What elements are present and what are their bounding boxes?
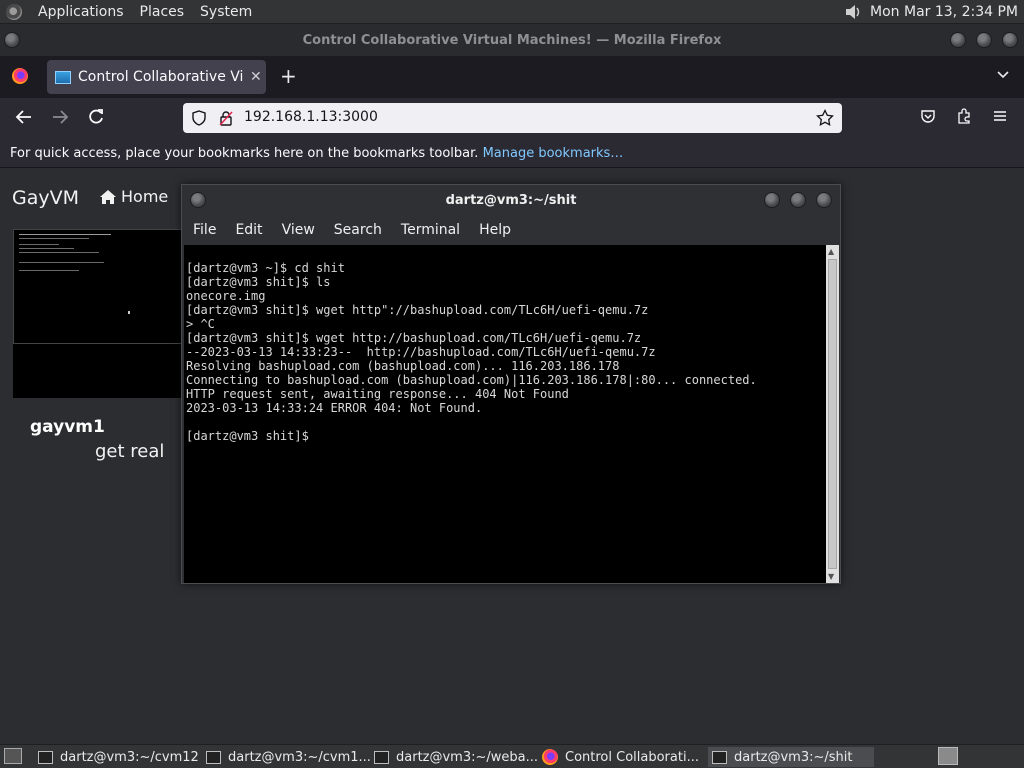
terminal-line: HTTP request sent, awaiting response... … (186, 387, 569, 401)
distro-logo-icon[interactable] (6, 3, 22, 20)
back-button[interactable] (14, 107, 34, 132)
monitor-icon (55, 70, 71, 84)
terminal-scrollbar[interactable]: ▲ ▼ (826, 245, 839, 583)
terminal-menu-terminal[interactable]: Terminal (401, 222, 460, 238)
taskbar-item-label: dartz@vm3:~/cvm1... (228, 749, 371, 765)
window-menu-button[interactable] (4, 32, 20, 48)
firefox-titlebar[interactable]: Control Collaborative Virtual Machines! … (0, 24, 1024, 56)
panel-clock[interactable]: Mon Mar 13, 2:34 PM (870, 4, 1018, 20)
terminal-line: [dartz@vm3 ~]$ cd shit (186, 261, 345, 275)
terminal-line: 2023-03-13 14:33:24 ERROR 404: Not Found… (186, 401, 483, 415)
site-brand[interactable]: GayVM (12, 187, 79, 209)
home-icon (100, 189, 116, 204)
terminal-menubar: File Edit View Search Terminal Help (182, 215, 840, 245)
show-desktop-icon[interactable] (4, 748, 22, 764)
volume-icon[interactable] (844, 4, 862, 20)
tab-active[interactable]: Control Collaborative Virtual Machines! … (47, 60, 266, 94)
terminal-line: > ^C (186, 317, 215, 331)
url-bar[interactable]: 192.168.1.13:3000 (183, 103, 842, 133)
taskbar-item[interactable]: dartz@vm3:~/cvm12 (38, 747, 199, 767)
firefox-icon[interactable] (12, 68, 28, 84)
tab-close-icon[interactable]: ✕ (250, 69, 262, 85)
close-window-button[interactable] (1002, 32, 1018, 48)
terminal-line: Connecting to bashupload.com (bashupload… (186, 373, 757, 387)
vm-screenshot-thumbnail[interactable] (13, 229, 182, 344)
terminal-line: --2023-03-13 14:33:23-- http://bashuploa… (186, 345, 656, 359)
terminal-line: Resolving bashupload.com (bashupload.com… (186, 359, 620, 373)
vm-card-footer (13, 344, 182, 398)
places-menu[interactable]: Places (140, 4, 185, 20)
terminal-menu-search[interactable]: Search (334, 222, 382, 238)
terminal-menu-view[interactable]: View (282, 222, 315, 238)
terminal-line: [dartz@vm3 shit]$ ls (186, 275, 331, 289)
panel-menu: Applications Places System (0, 3, 252, 20)
bookmarks-hint: For quick access, place your bookmarks h… (10, 146, 479, 161)
terminal-icon (206, 750, 221, 764)
terminal-prompt-line: [dartz@vm3 shit]$ (186, 429, 317, 443)
maximize-button[interactable] (976, 32, 992, 48)
shield-icon[interactable] (191, 110, 207, 130)
taskbar: dartz@vm3:~/cvm12 dartz@vm3:~/cvm1... da… (0, 744, 1024, 768)
taskbar-item[interactable]: dartz@vm3:~/cvm1... (206, 747, 371, 767)
minimize-button[interactable] (950, 32, 966, 48)
taskbar-item-label: dartz@vm3:~/shit (734, 749, 853, 765)
chevron-down-icon[interactable] (996, 68, 1010, 84)
terminal-output[interactable]: [dartz@vm3 ~]$ cd shit [dartz@vm3 shit]$ … (184, 245, 826, 583)
insecure-lock-icon[interactable] (218, 110, 234, 130)
url-text[interactable]: 192.168.1.13:3000 (244, 109, 378, 125)
pocket-icon[interactable] (920, 108, 936, 128)
taskbar-item-label: dartz@vm3:~/cvm12 (60, 749, 199, 765)
forward-button[interactable] (50, 107, 70, 132)
terminal-close-button[interactable] (816, 192, 832, 208)
bookmarks-toolbar: For quick access, place your bookmarks h… (0, 140, 1024, 168)
vm-screen-contents (19, 234, 114, 274)
tab-bar: Control Collaborative Virtual Machines! … (0, 56, 1024, 98)
taskbar-item[interactable]: Control Collaborati... (542, 747, 702, 767)
terminal-line: [dartz@vm3 shit]$ wget http://bashupload… (186, 331, 642, 345)
new-tab-button[interactable]: + (280, 64, 297, 88)
terminal-line: onecore.img (186, 289, 266, 303)
terminal-line: [dartz@vm3 shit]$ wget http"://bashuploa… (186, 303, 649, 317)
window-title: Control Collaborative Virtual Machines! … (302, 32, 722, 48)
terminal-minimize-button[interactable] (764, 192, 780, 208)
taskbar-item[interactable]: dartz@vm3:~/weba... (374, 747, 538, 767)
taskbar-item-label: dartz@vm3:~/weba... (396, 749, 539, 765)
manage-bookmarks-link[interactable]: Manage bookmarks… (483, 146, 624, 161)
nav-home-link[interactable]: Home (99, 187, 168, 206)
terminal-icon (374, 750, 389, 764)
terminal-maximize-button[interactable] (790, 192, 806, 208)
tab-title: Control Collaborative Virtual Machines! (78, 69, 244, 85)
terminal-menu-edit[interactable]: Edit (235, 222, 262, 238)
terminal-menu-file[interactable]: File (193, 222, 216, 238)
bookmark-star-icon[interactable] (816, 108, 834, 131)
vm-name[interactable]: gayvm1 (30, 417, 105, 437)
scroll-down-arrow-icon[interactable]: ▼ (828, 572, 834, 581)
reload-button[interactable] (86, 107, 106, 132)
terminal-title: dartz@vm3:~/shit (445, 192, 577, 208)
mouse-cursor (128, 311, 130, 314)
taskbar-item-active[interactable]: dartz@vm3:~/shit (708, 747, 874, 767)
firefox-icon (542, 749, 558, 765)
taskbar-item-label: Control Collaborati... (565, 749, 699, 765)
hamburger-menu-icon[interactable] (992, 108, 1008, 128)
scrollbar-thumb[interactable] (828, 259, 837, 569)
terminal-window[interactable]: dartz@vm3:~/shit File Edit View Search T… (181, 184, 841, 584)
top-panel: Applications Places System Mon Mar 13, 2… (0, 0, 1024, 24)
system-menu[interactable]: System (200, 4, 252, 20)
panel-tray: Mon Mar 13, 2:34 PM (844, 0, 1018, 24)
terminal-icon (712, 750, 727, 764)
terminal-icon (38, 750, 53, 764)
scroll-up-arrow-icon[interactable]: ▲ (828, 247, 834, 256)
vm-description: get real (95, 441, 165, 462)
nav-home-label: Home (121, 187, 169, 206)
workspace-switcher-icon[interactable] (938, 747, 958, 765)
applications-menu[interactable]: Applications (38, 4, 124, 20)
terminal-menu-help[interactable]: Help (479, 222, 511, 238)
extensions-icon[interactable] (956, 108, 972, 128)
